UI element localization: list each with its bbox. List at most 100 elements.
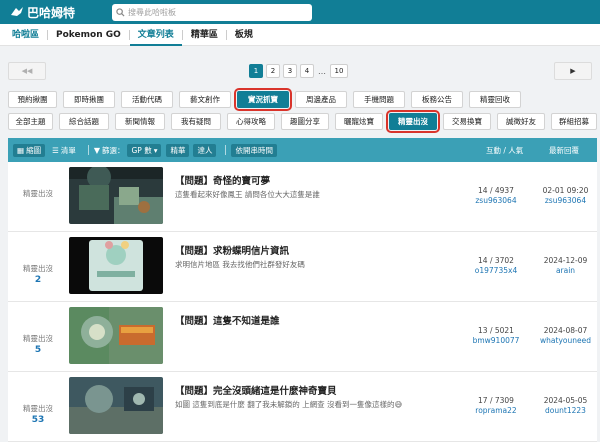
page-ellipsis: … [318, 66, 326, 76]
cat-creative[interactable]: 藝文創作 [179, 91, 231, 108]
cat-board-notice[interactable]: 板務公告 [411, 91, 463, 108]
post-thumbnail[interactable] [69, 307, 163, 364]
sort-by-time-button[interactable]: 依開串時間 [231, 143, 277, 157]
pokemon-screenshot-image [69, 377, 163, 434]
nav-rules[interactable]: 板規 [227, 24, 261, 46]
last-reply-time: 2024-05-05 [543, 396, 588, 405]
post-thumbnail[interactable] [69, 167, 163, 224]
post-title[interactable]: 【問題】求粉蝶明信片資訊 [175, 243, 289, 257]
play-right-arrow-icon: ▶ [570, 67, 576, 75]
post-stats: 13 / 5021 [478, 326, 514, 335]
interaction-column-header: 互動 / 人氣 [486, 145, 524, 155]
thumbnail-view-button[interactable]: ▦ 縮圖 [13, 143, 46, 157]
page-numbers: 1 2 3 4 … 10 [249, 64, 348, 78]
cat-guide[interactable]: 心得攻略 [227, 113, 275, 130]
page-2[interactable]: 2 [266, 64, 280, 78]
post-title[interactable]: 【問題】這隻不知道是誰 [175, 313, 280, 327]
post-snippet: 求明信片地區 我去找他們社群發好友碼 [175, 260, 305, 269]
table-row[interactable]: 精靈出沒 53 【問題】完全沒頭緒這是什麼神奇寶貝 如圖 這隻到底是什麼 翻了我… [8, 372, 597, 442]
cat-group-recruit[interactable]: 群組招募 [551, 113, 597, 130]
list-toolbar: ▦ 縮圖 ☰ 清單 ▼ 篩選： GP 數 ▾ 精華 達人 依開串時間 互動 / … [8, 138, 597, 162]
post-author[interactable]: o197735x4 [461, 266, 531, 275]
cat-pokemon-recycle[interactable]: 精靈回收 [469, 91, 521, 108]
cat-merch[interactable]: 周邊產品 [295, 91, 347, 108]
site-logo[interactable]: 巴哈姆特 [10, 4, 100, 21]
list-view-button[interactable]: ☰ 清單 [49, 144, 79, 156]
expert-filter-button[interactable]: 達人 [193, 143, 217, 157]
page-1[interactable]: 1 [249, 64, 263, 78]
category-row-2: 全部主題 綜合話題 新聞情報 我有疑問 心得攻略 趣圖分享 曬寵炫寶 精靈出沒 … [8, 110, 598, 133]
post-author[interactable]: zsu963064 [461, 196, 531, 205]
chevron-down-icon: ▾ [153, 145, 158, 155]
cat-all-topics[interactable]: 全部主題 [8, 113, 53, 130]
search-icon [116, 7, 125, 17]
nav-article-list[interactable]: 文章列表 [129, 24, 182, 46]
nav-pokemon-go[interactable]: Pokemon GO [48, 24, 129, 46]
category-row-1: 預約揪團 即時揪團 活動代碼 藝文創作 實況抓寶 周邊產品 手機問題 板務公告 … [8, 88, 598, 111]
table-row[interactable]: 精靈出沒 2 【問題】求粉蝶明信片資訊 求明信片地區 我去找他們社群發好友碼 1… [8, 232, 597, 302]
prev-page-button[interactable]: ◀◀ [8, 62, 46, 80]
double-left-arrow-icon: ◀◀ [21, 67, 33, 75]
essence-filter-button[interactable]: 精華 [166, 143, 190, 157]
thumbnail-view-label: 縮圖 [26, 145, 42, 155]
table-row[interactable]: 精靈出沒 5 【問題】這隻不知道是誰 13 / 5021 bmw910077 2… [8, 302, 597, 372]
board-nav: 哈啦區 Pokemon GO 文章列表 精華區 板規 [0, 24, 600, 46]
filter-value: GP 數 [131, 145, 152, 155]
cat-phone-issue[interactable]: 手機問題 [353, 91, 405, 108]
post-title[interactable]: 【問題】奇怪的寶可夢 [175, 173, 270, 187]
pokemon-screenshot-image [69, 307, 163, 364]
cat-event-code[interactable]: 活動代碼 [121, 91, 173, 108]
last-reply-time: 2024-12-09 [543, 256, 588, 265]
next-page-button[interactable]: ▶ [554, 62, 592, 80]
pokemon-screenshot-image [69, 167, 163, 224]
cat-friends[interactable]: 誠徵好友 [497, 113, 545, 130]
last-reply-user[interactable]: whatyouneed [534, 336, 597, 345]
last-reply-user[interactable]: dount1223 [534, 406, 597, 415]
post-author[interactable]: bmw910077 [461, 336, 531, 345]
pagination: ◀◀ 1 2 3 4 … 10 ▶ [0, 62, 600, 82]
cat-general[interactable]: 綜合話題 [59, 113, 109, 130]
last-reply-time: 02-01 09:20 [542, 186, 589, 195]
cat-show-pets[interactable]: 曬寵炫寶 [335, 113, 383, 130]
cat-trade[interactable]: 交易換寶 [443, 113, 491, 130]
post-gp-count: 5 [34, 345, 42, 355]
filter-label: 篩選： [101, 145, 125, 155]
nav-essence[interactable]: 精華區 [183, 24, 226, 46]
cat-news[interactable]: 新聞情報 [115, 113, 165, 130]
post-snippet: 這隻看起來好像鳳王 請問各位大大這隻是誰 [175, 190, 320, 199]
cat-reserve-group[interactable]: 預約揪團 [8, 91, 57, 108]
cat-pokemon-sighting[interactable]: 精靈出沒 [386, 110, 440, 133]
cat-fun-pics[interactable]: 趣圖分享 [281, 113, 329, 130]
grid-icon: ▦ [17, 145, 25, 155]
post-thumbnail[interactable] [69, 377, 163, 434]
post-title[interactable]: 【問題】完全沒頭緒這是什麼神奇寶貝 [175, 383, 337, 397]
postcard-screenshot-image [69, 237, 163, 294]
post-thumbnail[interactable] [69, 237, 163, 294]
logo-text: 巴哈姆特 [27, 5, 76, 20]
filter-select[interactable]: GP 數 ▾ [127, 143, 162, 157]
nav-harashu[interactable]: 哈啦區 [10, 24, 47, 46]
dragon-logo-icon [11, 7, 23, 16]
filter-icon: ▼ [93, 145, 100, 155]
category-filters: 預約揪團 即時揪團 活動代碼 藝文創作 實況抓寶 周邊產品 手機問題 板務公告 … [8, 88, 598, 135]
post-author[interactable]: roprama22 [461, 406, 531, 415]
cat-question[interactable]: 我有疑問 [171, 113, 221, 130]
post-category: 精靈出沒 [23, 264, 53, 273]
page-3[interactable]: 3 [283, 64, 297, 78]
last-reply-user[interactable]: zsu963064 [534, 196, 597, 205]
search-input[interactable] [128, 7, 308, 17]
post-gp-count: 2 [34, 275, 42, 285]
post-list: 精靈出沒 【問題】奇怪的寶可夢 這隻看起來好像鳳王 請問各位大大這隻是誰 14 … [8, 162, 597, 442]
list-view-label: 清單 [60, 145, 76, 155]
cat-instant-group[interactable]: 即時揪團 [63, 91, 115, 108]
latest-reply-column-header: 最新回覆 [549, 145, 579, 155]
page-last[interactable]: 10 [330, 64, 348, 78]
cat-live-catch[interactable]: 實況抓寶 [234, 88, 292, 111]
table-row[interactable]: 精靈出沒 【問題】奇怪的寶可夢 這隻看起來好像鳳王 請問各位大大這隻是誰 14 … [8, 162, 597, 232]
post-category: 精靈出沒 [23, 189, 53, 198]
search-box[interactable] [112, 3, 312, 21]
page-4[interactable]: 4 [300, 64, 314, 78]
post-stats: 17 / 7309 [478, 396, 514, 405]
last-reply-user[interactable]: arain [534, 266, 597, 275]
toolbar-divider [87, 145, 89, 155]
